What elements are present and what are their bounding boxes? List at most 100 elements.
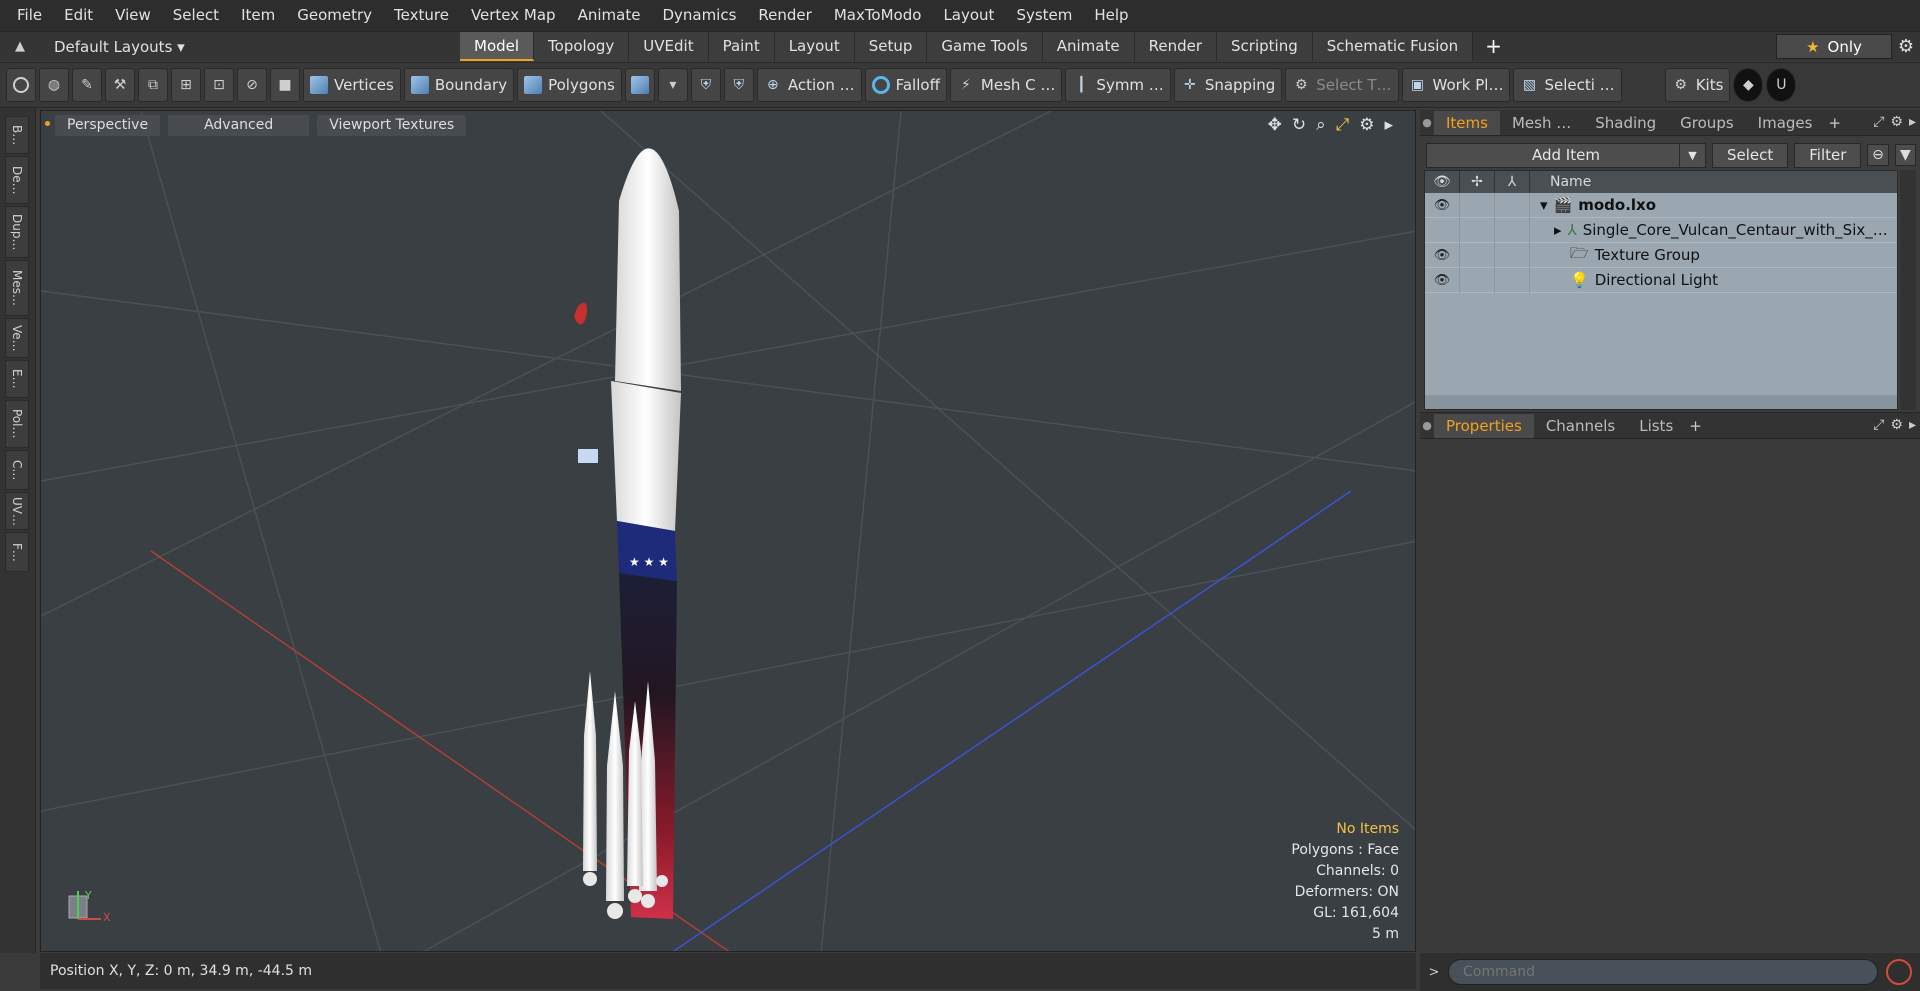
name-column-header[interactable]: Name [1530, 174, 1591, 190]
funnel-icon[interactable]: ▼ [1894, 144, 1916, 166]
advanced-button[interactable]: Advanced [168, 115, 310, 136]
tree-vertical-scrollbar[interactable] [1900, 170, 1916, 410]
left-tab-deform[interactable]: De… [5, 156, 29, 204]
panel-arrow-icon[interactable]: ▸ [1909, 114, 1916, 130]
tree-row-scene[interactable]: 👁 ▾ 🎬 modo.lxo [1425, 192, 1897, 218]
tab-images[interactable]: Images [1746, 111, 1825, 135]
collapse-up-icon[interactable]: ▲ [0, 39, 40, 54]
menu-file[interactable]: File [6, 0, 53, 31]
tree-row-directional-light[interactable]: 👁 💡 Directional Light [1425, 267, 1897, 293]
viewport-gear-icon[interactable]: ⚙ [1359, 115, 1374, 135]
add-tab-button[interactable]: + [1473, 32, 1514, 61]
command-history-icon[interactable]: > [1420, 965, 1448, 980]
left-tab-basic[interactable]: B… [5, 116, 29, 154]
eye-icon[interactable]: 👁 [1425, 192, 1460, 218]
mesh-constraints-button[interactable]: ⚡ Mesh C … [949, 68, 1063, 102]
lock-column-icon[interactable]: ✢ [1460, 171, 1495, 193]
menu-dynamics[interactable]: Dynamics [651, 0, 747, 31]
select-button[interactable]: Select [1711, 142, 1789, 168]
symmetry-button[interactable]: ┃ Symm … [1065, 68, 1171, 102]
tab-properties[interactable]: Properties [1434, 413, 1534, 438]
chevron-down-icon[interactable]: ▼ [1678, 143, 1705, 167]
expanded-arrow-icon[interactable]: ▾ [1540, 196, 1548, 214]
perspective-button[interactable]: Perspective [55, 115, 161, 136]
menu-item[interactable]: Item [230, 0, 286, 31]
boundary-button[interactable]: Boundary [403, 68, 515, 102]
tab-lists[interactable]: Lists [1627, 414, 1685, 438]
gear-icon[interactable]: ⚙ [1892, 32, 1920, 61]
menu-view[interactable]: View [104, 0, 162, 31]
panel-dot-icon[interactable]: ● [1420, 419, 1434, 432]
only-button[interactable]: ★ Only [1776, 34, 1892, 59]
tab-render[interactable]: Render [1134, 32, 1218, 61]
action-center-button[interactable]: ⊕ Action … [756, 68, 862, 102]
tree-horizontal-scrollbar[interactable] [1425, 395, 1897, 409]
tab-layout[interactable]: Layout [774, 32, 855, 61]
pen-button[interactable]: ✎ [72, 68, 102, 102]
select-through-button[interactable]: ⚙ Select T… [1285, 68, 1399, 102]
expand-right-icon[interactable]: ▸ [1384, 115, 1393, 135]
tab-animate[interactable]: Animate [1042, 32, 1135, 61]
tab-game-tools[interactable]: Game Tools [927, 32, 1043, 61]
menu-geometry[interactable]: Geometry [286, 0, 383, 31]
globe-button[interactable]: ◍ [39, 68, 69, 102]
tab-scripting[interactable]: Scripting [1217, 32, 1313, 61]
tree-row-mesh[interactable]: ▸ ⅄ Single_Core_Vulcan_Centaur_with_Six_… [1425, 217, 1897, 243]
menu-layout[interactable]: Layout [932, 0, 1005, 31]
menu-render[interactable]: Render [747, 0, 822, 31]
eye-icon[interactable]: 👁 [1425, 242, 1460, 268]
polygons-button[interactable]: Polygons [517, 68, 622, 102]
tab-topology[interactable]: Topology [534, 32, 630, 61]
tab-schematic-fusion[interactable]: Schematic Fusion [1312, 32, 1474, 61]
type-column-icon[interactable]: ⅄ [1495, 171, 1530, 193]
filter-button[interactable]: Filter [1794, 142, 1862, 168]
tab-model[interactable]: Model [460, 32, 535, 61]
add-item-button[interactable]: Add Item ▼ [1426, 142, 1706, 168]
brush-button[interactable]: ⚒ [105, 68, 135, 102]
kits-button[interactable]: ⚙ Kits [1664, 68, 1731, 102]
menu-texture[interactable]: Texture [383, 0, 460, 31]
focus-button[interactable]: ⊡ [204, 68, 234, 102]
panel-expand-icon[interactable]: ⤢ [1873, 114, 1884, 130]
menu-edit[interactable]: Edit [53, 0, 104, 31]
shield2-button[interactable]: ⛨ [723, 68, 754, 102]
tab-channels[interactable]: Channels [1534, 414, 1627, 438]
slash-circle-button[interactable]: ⊘ [237, 68, 267, 102]
eye-icon[interactable]: 👁 [1425, 267, 1460, 293]
menu-help[interactable]: Help [1083, 0, 1139, 31]
collapsed-arrow-icon[interactable]: ▸ [1554, 221, 1562, 239]
panel-expand-icon[interactable]: ⤢ [1873, 417, 1884, 433]
zoom-icon[interactable]: ⌕ [1316, 115, 1326, 135]
tab-paint[interactable]: Paint [708, 32, 775, 61]
maximize-icon[interactable]: ⤢ [1336, 115, 1350, 135]
viewport-options-dot[interactable] [45, 121, 50, 126]
panel-gear-icon[interactable]: ⚙ [1890, 114, 1903, 130]
panel-gear-icon[interactable]: ⚙ [1890, 417, 1903, 433]
circle-select-button[interactable] [6, 68, 36, 102]
tab-groups[interactable]: Groups [1668, 111, 1745, 135]
menu-system[interactable]: System [1005, 0, 1083, 31]
item-mode-button[interactable]: ■ [270, 68, 300, 102]
falloff-button[interactable]: Falloff [864, 68, 947, 102]
unreal-button[interactable]: U [1766, 68, 1797, 102]
command-input[interactable] [1448, 959, 1878, 985]
panel-dot-icon[interactable]: ● [1420, 116, 1434, 129]
unity-button[interactable]: ◆ [1733, 68, 1764, 102]
menu-animate[interactable]: Animate [567, 0, 652, 31]
loop-button[interactable]: ⧉ [138, 68, 168, 102]
collapse-icon[interactable]: ⊖ [1867, 144, 1889, 166]
grid-button[interactable]: ⊞ [171, 68, 201, 102]
tab-setup[interactable]: Setup [854, 32, 928, 61]
record-icon[interactable] [1886, 959, 1912, 985]
left-tab-mesh-edit[interactable]: Mes… [5, 260, 29, 316]
left-tab-uv[interactable]: UV… [5, 492, 29, 530]
snapping-button[interactable]: ✛ Snapping [1173, 68, 1283, 102]
3d-viewport[interactable]: ★ ★ ★ Perspective Advanced Viewport Text… [40, 110, 1416, 952]
material-button[interactable] [624, 68, 655, 102]
visibility-column-icon[interactable]: 👁 [1425, 171, 1460, 193]
left-tab-vertex[interactable]: Ve… [5, 318, 29, 358]
default-layouts-dropdown[interactable]: Default Layouts ▾ [40, 38, 240, 56]
panel-arrow-icon[interactable]: ▸ [1909, 417, 1916, 433]
add-properties-tab-button[interactable]: + [1685, 417, 1706, 435]
vertices-button[interactable]: Vertices [303, 68, 401, 102]
